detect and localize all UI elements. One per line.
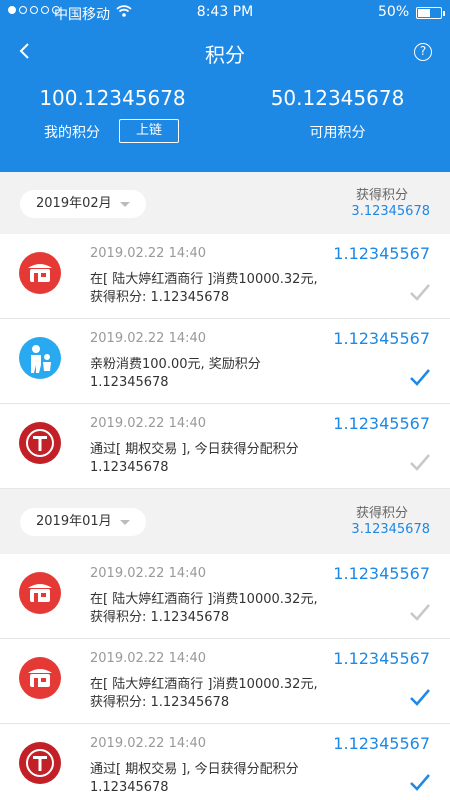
check-icon bbox=[410, 284, 430, 301]
record-description: 通过[ 期权交易 ], 今日获得分配积分 1.12345678 bbox=[90, 441, 390, 477]
caret-down-icon bbox=[120, 202, 130, 207]
record-amount: 1.12345567 bbox=[333, 734, 430, 753]
record-desc-line: 1.12345678 bbox=[90, 780, 169, 795]
earned-label: 获得积分 bbox=[355, 506, 408, 521]
check-icon bbox=[410, 604, 430, 621]
record-desc-line: 亲粉消费100.00元, 奖励积分 bbox=[90, 357, 261, 372]
record-description: 在[ 陆大婷红酒商行 ]消费10000.32元, 获得积分: 1.1234567… bbox=[90, 271, 390, 307]
record-date: 2019.02.22 14:40 bbox=[90, 566, 207, 581]
record-desc-line: 在[ 陆大婷红酒商行 ]消费10000.32元, bbox=[90, 272, 318, 287]
tmall-icon bbox=[19, 742, 61, 784]
battery-percent: 50% bbox=[378, 4, 410, 20]
my-points-label: 我的积分 bbox=[44, 125, 100, 141]
list-item[interactable]: 2019.02.22 14:40 1.12345567 在[ 陆大婷红酒商行 ]… bbox=[0, 234, 450, 319]
my-points-value: 100.12345678 bbox=[39, 86, 186, 110]
record-desc-line: 在[ 陆大婷红酒商行 ]消费10000.32元, bbox=[90, 677, 318, 692]
month-selector[interactable]: 2019年02月 bbox=[20, 190, 146, 218]
record-date: 2019.02.22 14:40 bbox=[90, 246, 207, 261]
record-amount: 1.12345567 bbox=[333, 414, 430, 433]
month-section-header: 2019年02月 获得积分 3.12345678 bbox=[0, 172, 450, 234]
month-section-header: 2019年01月 获得积分 3.12345678 bbox=[0, 490, 450, 552]
record-desc-line: 获得积分: 1.12345678 bbox=[90, 695, 230, 710]
record-desc-line: 在[ 陆大婷红酒商行 ]消费10000.32元, bbox=[90, 592, 318, 607]
tmall-icon bbox=[19, 422, 61, 464]
list-item[interactable]: 2019.02.22 14:40 1.12345567 在[ 陆大婷红酒商行 ]… bbox=[0, 639, 450, 724]
month-label: 2019年01月 bbox=[36, 514, 112, 529]
record-desc-line: 通过[ 期权交易 ], 今日获得分配积分 bbox=[90, 442, 299, 457]
record-amount: 1.12345567 bbox=[333, 244, 430, 263]
status-bar: 中国移动 8:43 PM 50% bbox=[0, 0, 450, 26]
check-icon bbox=[410, 774, 430, 791]
earned-label: 获得积分 bbox=[355, 188, 408, 203]
nav-bar: 积分 ? bbox=[0, 30, 450, 74]
record-date: 2019.02.22 14:40 bbox=[90, 651, 207, 666]
caret-down-icon bbox=[120, 520, 130, 525]
available-points-value: 50.12345678 bbox=[270, 86, 405, 110]
earned-value: 3.12345678 bbox=[351, 204, 430, 219]
help-icon[interactable]: ? bbox=[414, 43, 432, 61]
record-desc-line: 获得积分: 1.12345678 bbox=[90, 610, 230, 625]
record-description: 在[ 陆大婷红酒商行 ]消费10000.32元, 获得积分: 1.1234567… bbox=[90, 676, 390, 712]
record-date: 2019.02.22 14:40 bbox=[90, 736, 207, 751]
list-item[interactable]: 2019.02.22 14:40 1.12345567 亲粉消费100.00元,… bbox=[0, 319, 450, 404]
record-desc-line: 获得积分: 1.12345678 bbox=[90, 290, 230, 305]
family-icon bbox=[19, 337, 61, 379]
check-icon bbox=[410, 454, 430, 471]
record-desc-line: 1.12345678 bbox=[90, 460, 169, 475]
record-date: 2019.02.22 14:40 bbox=[90, 331, 207, 346]
check-icon bbox=[410, 689, 430, 706]
record-desc-line: 1.12345678 bbox=[90, 375, 169, 390]
record-amount: 1.12345567 bbox=[333, 329, 430, 348]
record-amount: 1.12345567 bbox=[333, 649, 430, 668]
check-icon bbox=[410, 369, 430, 386]
available-points-label: 可用积分 bbox=[309, 125, 366, 141]
earned-value: 3.12345678 bbox=[351, 522, 430, 537]
points-header: 中国移动 8:43 PM 50% 积分 ? 100.12345678 我的积分 … bbox=[0, 0, 450, 172]
shop-icon bbox=[19, 657, 61, 699]
record-amount: 1.12345567 bbox=[333, 564, 430, 583]
page-title: 积分 bbox=[205, 43, 245, 67]
list-item[interactable]: 2019.02.22 14:40 1.12345567 通过[ 期权交易 ], … bbox=[0, 404, 450, 489]
list-item[interactable]: 2019.02.22 14:40 1.12345567 通过[ 期权交易 ], … bbox=[0, 724, 450, 800]
month-selector[interactable]: 2019年01月 bbox=[20, 508, 146, 536]
chain-button[interactable]: 上链 bbox=[119, 119, 179, 143]
record-description: 通过[ 期权交易 ], 今日获得分配积分 1.12345678 bbox=[90, 761, 390, 797]
list-item[interactable]: 2019.02.22 14:40 1.12345567 在[ 陆大婷红酒商行 ]… bbox=[0, 554, 450, 639]
record-date: 2019.02.22 14:40 bbox=[90, 416, 207, 431]
record-desc-line: 通过[ 期权交易 ], 今日获得分配积分 bbox=[90, 762, 299, 777]
shop-icon bbox=[19, 252, 61, 294]
month-label: 2019年02月 bbox=[36, 196, 112, 211]
record-description: 在[ 陆大婷红酒商行 ]消费10000.32元, 获得积分: 1.1234567… bbox=[90, 591, 390, 627]
record-description: 亲粉消费100.00元, 奖励积分 1.12345678 bbox=[90, 356, 390, 392]
battery-icon bbox=[416, 7, 445, 19]
shop-icon bbox=[19, 572, 61, 614]
